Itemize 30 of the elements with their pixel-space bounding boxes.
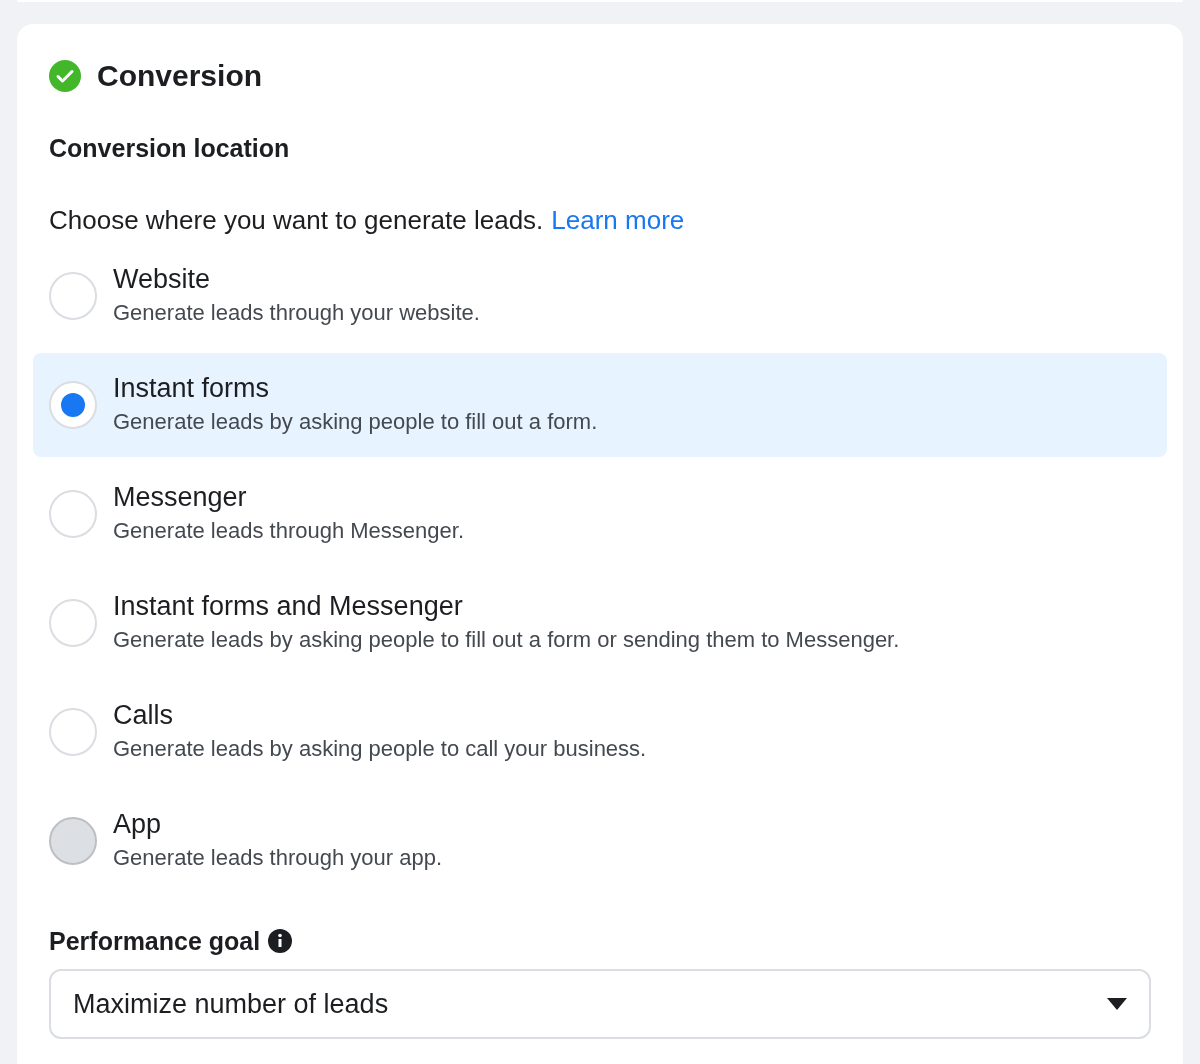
option-label: Instant forms and Messenger [113,590,464,623]
option-label: Messenger [113,481,248,514]
option-description: Generate leads through your app. [113,844,442,872]
section-title: Conversion [97,61,263,91]
option-description: Generate leads through Messenger. [113,517,464,545]
radio-button[interactable] [49,599,97,647]
description-text: Choose where you want to generate leads. [49,204,544,236]
option-label: Website [113,263,212,296]
option-description: Generate leads through your website. [113,299,480,327]
option-description: Generate leads by asking people to fill out a form. [113,408,598,436]
option-label: Calls [113,699,174,732]
radio-option[interactable]: Instant forms Generate leads by asking people to fill out a form. [33,353,1167,457]
option-label: App [113,808,163,841]
radio-button[interactable] [49,272,97,320]
section-heading: Conversion location [48,133,291,164]
learn-more-link[interactable]: Learn more [551,204,685,236]
info-icon[interactable] [268,929,293,953]
option-label: Instant forms [113,372,271,405]
radio-option[interactable]: Messenger Generate leads through Messenger. [33,462,1167,566]
radio-option[interactable]: Website Generate leads through your website. [33,244,1167,348]
caret-icon [1107,998,1127,1010]
option-description: Generate leads by asking people to call your business. [113,735,647,763]
radio-button[interactable] [49,381,97,429]
goal-dropdown[interactable]: Maximize number of leads [49,969,1151,1039]
radio-button[interactable] [49,490,97,538]
option-description: Generate leads by asking people to fill out a form or sending them to Messenger. [113,626,900,654]
radio-option[interactable]: Calls Generate leads by asking people to call your business. [33,680,1167,784]
field-label: Performance goal [49,926,261,957]
radio-option[interactable]: Instant forms and Messenger Generate leads by asking people to fill out a form or sending them to Messenger. [33,571,1167,675]
radio-button[interactable] [49,708,97,756]
